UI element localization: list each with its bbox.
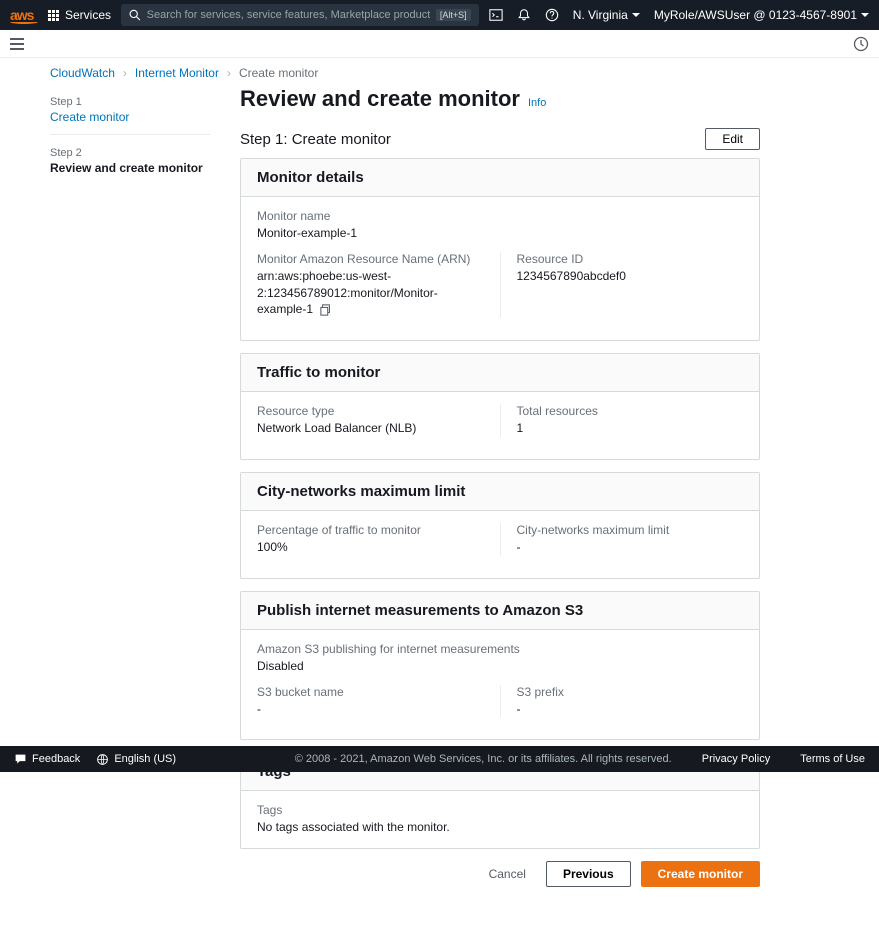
- feedback-link[interactable]: Feedback: [14, 753, 80, 766]
- total-resources-value: 1: [517, 420, 744, 437]
- breadcrumb-internet-monitor[interactable]: Internet Monitor: [135, 66, 219, 80]
- privacy-policy-link[interactable]: Privacy Policy: [702, 753, 770, 765]
- breadcrumb: CloudWatch › Internet Monitor › Create m…: [0, 58, 879, 80]
- chevron-right-icon: ›: [227, 66, 231, 80]
- s3-bucket-value: -: [257, 701, 484, 718]
- chevron-right-icon: ›: [123, 66, 127, 80]
- language-selector[interactable]: English (US): [96, 753, 176, 766]
- region-label: N. Virginia: [573, 8, 628, 22]
- field-label: Total resources: [517, 404, 744, 418]
- panel-header: Traffic to monitor: [241, 354, 759, 392]
- field-label: Tags: [257, 803, 743, 817]
- step-label: Step 2: [50, 147, 210, 159]
- panel-header: Monitor details: [241, 159, 759, 197]
- resource-id-value: 1234567890abcdef0: [517, 268, 744, 285]
- city-networks-panel: City-networks maximum limit Percentage o…: [240, 472, 760, 579]
- panel-header: City-networks maximum limit: [241, 473, 759, 511]
- monitor-arn-value: arn:aws:phoebe:us-west-2:123456789012:mo…: [257, 268, 484, 318]
- globe-icon: [96, 753, 109, 766]
- cancel-button[interactable]: Cancel: [479, 861, 536, 887]
- help-icon[interactable]: [545, 8, 559, 22]
- breadcrumb-current: Create monitor: [239, 66, 318, 80]
- region-selector[interactable]: N. Virginia: [573, 8, 640, 22]
- search-icon: [129, 8, 141, 22]
- create-monitor-button[interactable]: Create monitor: [641, 861, 760, 887]
- terms-of-use-link[interactable]: Terms of Use: [800, 753, 865, 765]
- cloudshell-icon[interactable]: [489, 8, 503, 22]
- info-link[interactable]: Info: [528, 97, 546, 109]
- sub-navigation: [0, 30, 879, 58]
- aws-logo[interactable]: aws: [10, 7, 38, 24]
- clock-icon[interactable]: [853, 36, 869, 52]
- content: Review and create monitor Info Step 1: C…: [240, 86, 760, 927]
- footer: Feedback English (US) © 2008 - 2021, Ama…: [0, 746, 879, 772]
- wizard-actions: Cancel Previous Create monitor: [240, 861, 760, 887]
- search-input[interactable]: [147, 9, 430, 21]
- traffic-panel: Traffic to monitor Resource type Network…: [240, 353, 760, 460]
- field-label: Resource ID: [517, 252, 744, 266]
- speech-bubble-icon: [14, 753, 27, 766]
- search-bar[interactable]: [Alt+S]: [121, 4, 479, 26]
- page-title: Review and create monitor Info: [240, 86, 760, 112]
- tags-value: No tags associated with the monitor.: [257, 819, 743, 836]
- side-panel-toggle[interactable]: [10, 38, 24, 50]
- wizard-steps: Step 1 Create monitor Step 2 Review and …: [50, 86, 210, 927]
- services-label: Services: [65, 8, 111, 22]
- s3-publishing-value: Disabled: [257, 658, 743, 675]
- notifications-icon[interactable]: [517, 8, 531, 22]
- step-title: Create monitor: [50, 110, 210, 124]
- field-label: Monitor name: [257, 209, 743, 223]
- edit-button[interactable]: Edit: [705, 128, 760, 150]
- s3-publish-panel: Publish internet measurements to Amazon …: [240, 591, 760, 741]
- monitor-name-value: Monitor-example-1: [257, 225, 743, 242]
- account-label: MyRole/AWSUser @ 0123-4567-8901: [654, 8, 857, 22]
- field-label: Monitor Amazon Resource Name (ARN): [257, 252, 484, 266]
- s3-prefix-value: -: [517, 701, 744, 718]
- field-label: Resource type: [257, 404, 484, 418]
- resource-type-value: Network Load Balancer (NLB): [257, 420, 484, 437]
- panel-header: Publish internet measurements to Amazon …: [241, 592, 759, 630]
- city-networks-limit-value: -: [517, 539, 744, 556]
- field-label: Amazon S3 publishing for internet measur…: [257, 642, 743, 656]
- traffic-percentage-value: 100%: [257, 539, 484, 556]
- search-shortcut: [Alt+S]: [436, 9, 471, 21]
- previous-button[interactable]: Previous: [546, 861, 631, 887]
- breadcrumb-cloudwatch[interactable]: CloudWatch: [50, 66, 115, 80]
- copyright: © 2008 - 2021, Amazon Web Services, Inc.…: [295, 753, 672, 765]
- copy-icon[interactable]: [320, 304, 332, 316]
- field-label: S3 prefix: [517, 685, 744, 699]
- top-navigation: aws Services [Alt+S] N. Virginia MyRole/…: [0, 0, 879, 30]
- chevron-down-icon: [632, 13, 640, 17]
- field-label: Percentage of traffic to monitor: [257, 523, 484, 537]
- grid-icon: [48, 10, 59, 21]
- wizard-step-1[interactable]: Step 1 Create monitor: [50, 90, 210, 135]
- monitor-details-panel: Monitor details Monitor name Monitor-exa…: [240, 158, 760, 341]
- step-label: Step 1: [50, 96, 210, 108]
- wizard-step-2: Step 2 Review and create monitor: [50, 141, 210, 185]
- field-label: S3 bucket name: [257, 685, 484, 699]
- chevron-down-icon: [861, 13, 869, 17]
- step-heading: Step 1: Create monitor: [240, 131, 391, 148]
- account-menu[interactable]: MyRole/AWSUser @ 0123-4567-8901: [654, 8, 869, 22]
- step-title: Review and create monitor: [50, 161, 210, 175]
- services-menu[interactable]: Services: [48, 8, 111, 22]
- field-label: City-networks maximum limit: [517, 523, 744, 537]
